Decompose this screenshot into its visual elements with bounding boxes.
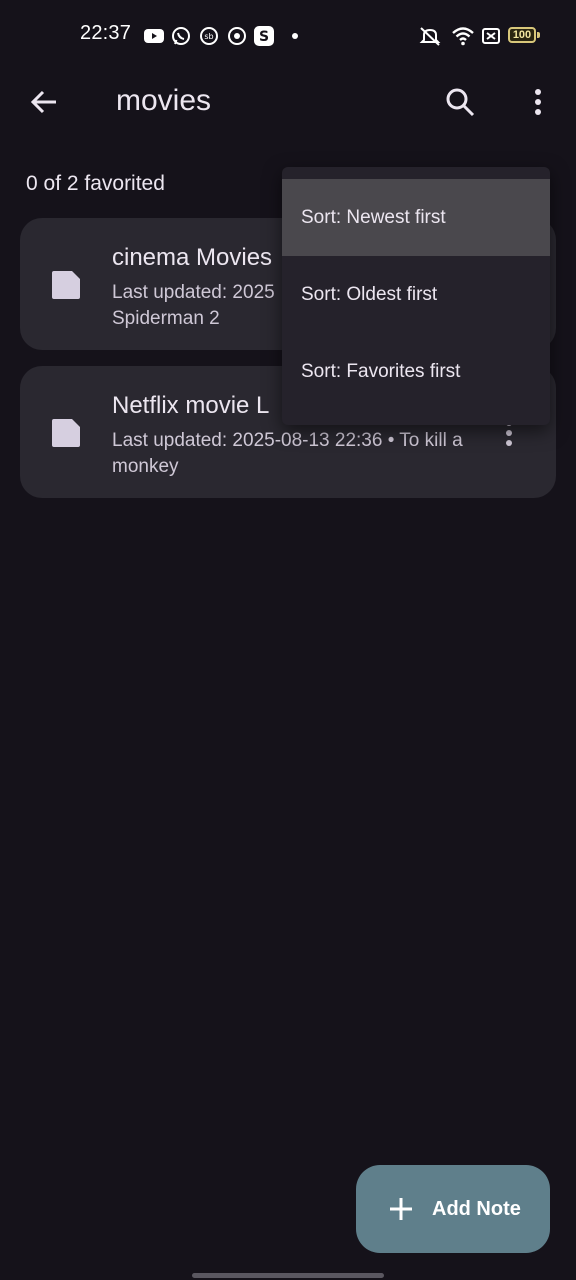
sim-off-icon (482, 28, 500, 44)
more-vertical-icon[interactable] (524, 86, 552, 118)
note-icon (52, 419, 80, 447)
youtube-icon (144, 29, 164, 43)
page-title: movies (116, 84, 212, 117)
sort-favorites-first[interactable]: Sort: Favorites first (282, 333, 550, 410)
dot-icon (292, 33, 298, 39)
battery-tip (537, 32, 540, 38)
sort-oldest-first[interactable]: Sort: Oldest first (282, 256, 550, 333)
search-icon[interactable] (444, 86, 476, 118)
add-note-label: Add Note (432, 1197, 521, 1220)
sort-newest-first[interactable]: Sort: Newest first (282, 179, 550, 256)
wifi-icon (452, 27, 474, 46)
mute-icon (419, 27, 441, 46)
gesture-bar[interactable] (192, 1273, 384, 1278)
sb-icon: sb (200, 27, 218, 45)
chrome-icon (228, 27, 246, 45)
status-time: 22:37 (80, 22, 132, 44)
s-app-icon: S (254, 26, 274, 46)
plus-icon (390, 1198, 412, 1220)
add-note-button[interactable]: Add Note (356, 1165, 550, 1253)
favorited-count: 0 of 2 favorited (26, 172, 165, 195)
svg-text:S: S (259, 29, 269, 45)
whatsapp-icon (172, 27, 190, 45)
note-title: cinema Movies (112, 244, 273, 271)
svg-text:sb: sb (204, 32, 213, 41)
battery-icon: 100 (508, 27, 536, 43)
arrow-back-icon[interactable] (28, 86, 60, 118)
note-icon (52, 271, 80, 299)
note-title: Netflix movie L (112, 392, 270, 419)
note-subtitle: Last updated: 2025-08-13 22:36 • To kill… (112, 430, 463, 477)
sort-menu: Sort: Newest first Sort: Oldest first So… (282, 167, 550, 425)
